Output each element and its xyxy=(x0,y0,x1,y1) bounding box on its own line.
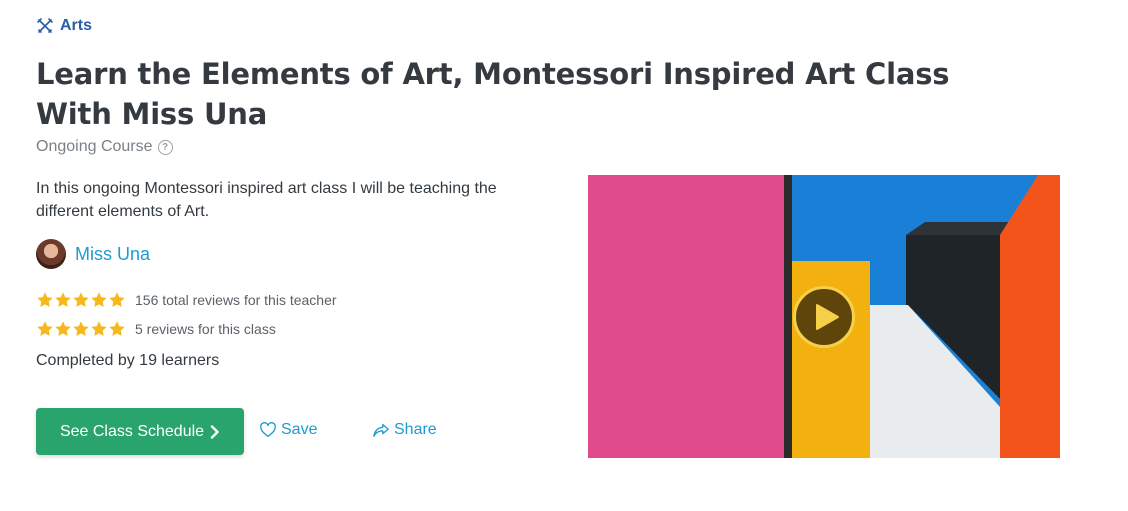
teacher-info: Miss Una xyxy=(36,239,150,269)
share-icon xyxy=(373,423,389,437)
schedule-button-label: See Class Schedule xyxy=(59,422,205,440)
star-icon xyxy=(55,321,71,336)
heart-icon xyxy=(260,422,276,437)
course-type-label: Ongoing Course xyxy=(36,138,153,155)
share-button[interactable]: Share xyxy=(372,421,437,439)
category-link[interactable]: Arts xyxy=(36,17,92,35)
star-icon xyxy=(91,292,107,307)
course-type: Ongoing Course ? xyxy=(36,138,173,156)
page-title: Learn the Elements of Art, Montessori In… xyxy=(36,57,950,131)
brush-pencil-icon xyxy=(37,18,53,33)
see-class-schedule-button[interactable]: See Class Schedule xyxy=(36,408,244,455)
teacher-name-link[interactable]: Miss Una xyxy=(75,244,150,265)
save-label: Save xyxy=(281,421,318,438)
class-description: In this ongoing Montessori inspired art … xyxy=(36,180,497,220)
star-icon xyxy=(37,292,53,307)
star-rating xyxy=(36,320,126,338)
share-label: Share xyxy=(394,421,437,438)
class-rating: 5 reviews for this class xyxy=(36,320,276,338)
save-button[interactable]: Save xyxy=(259,421,317,439)
class-video-thumbnail[interactable] xyxy=(588,175,1060,458)
play-button[interactable] xyxy=(793,286,855,348)
class-review-count[interactable]: 5 reviews for this class xyxy=(135,321,276,337)
question-circle-icon[interactable]: ? xyxy=(157,139,173,155)
star-rating xyxy=(36,291,126,309)
play-icon xyxy=(816,304,839,330)
star-icon xyxy=(73,321,89,336)
star-icon xyxy=(109,292,125,307)
teacher-review-count[interactable]: 156 total reviews for this teacher xyxy=(135,292,337,308)
teacher-avatar[interactable] xyxy=(36,239,66,269)
star-icon xyxy=(73,292,89,307)
star-icon xyxy=(37,321,53,336)
completed-count: Completed by 19 learners xyxy=(36,352,220,369)
chevron-right-icon xyxy=(210,424,219,439)
category-label: Arts xyxy=(60,17,93,34)
star-icon xyxy=(55,292,71,307)
star-icon xyxy=(109,321,125,336)
star-icon xyxy=(91,321,107,336)
teacher-rating: 156 total reviews for this teacher xyxy=(36,291,337,309)
